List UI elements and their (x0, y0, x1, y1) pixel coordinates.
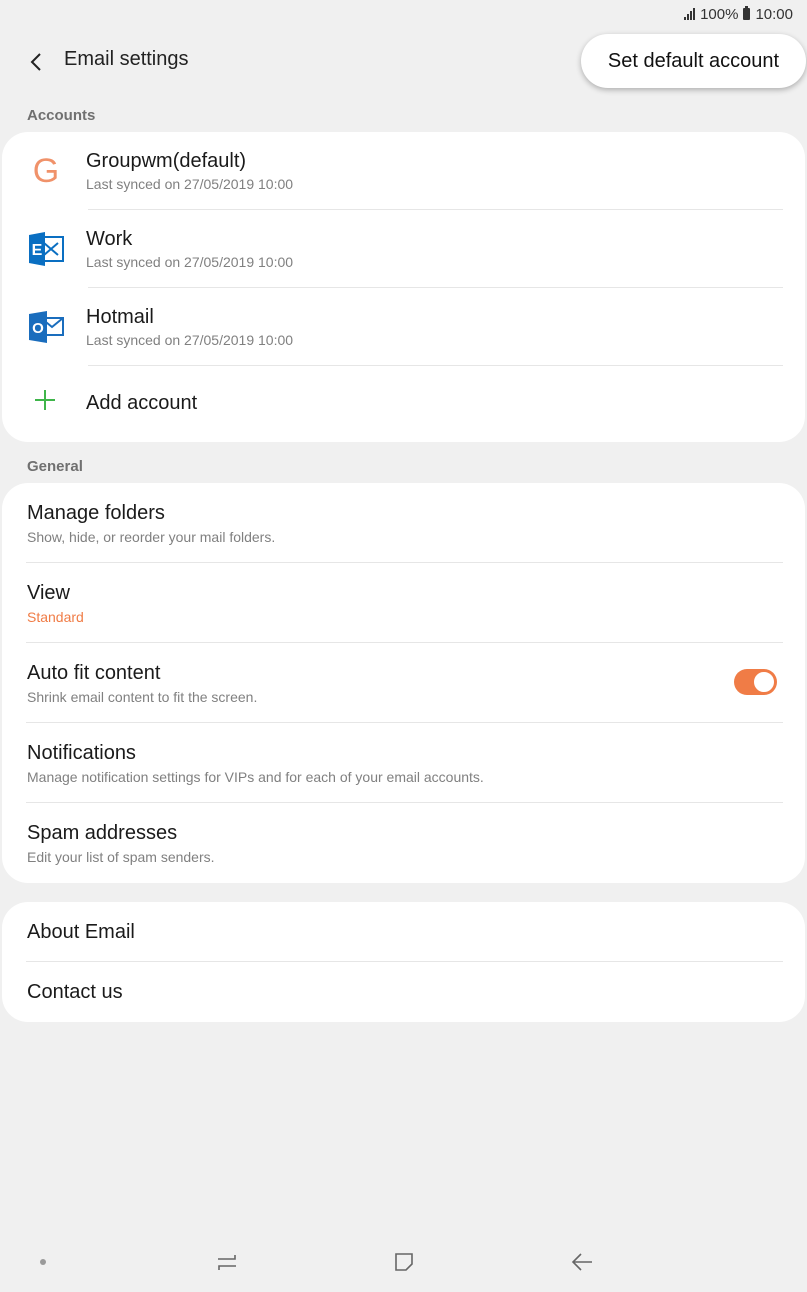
accounts-card: G Groupwm(default) Last synced on 27/05/… (2, 132, 805, 442)
status-bar: 100% 10:00 (684, 0, 793, 28)
about-email-item[interactable]: About Email (2, 902, 805, 962)
setting-view[interactable]: View Standard (2, 563, 805, 643)
clock: 10:00 (755, 5, 793, 23)
signal-icon (684, 8, 696, 20)
account-row-work[interactable]: E Work Last synced on 27/05/2019 10:00 (2, 210, 805, 288)
account-row-hotmail[interactable]: O Hotmail Last synced on 27/05/2019 10:0… (2, 288, 805, 366)
setting-subtitle: Show, hide, or reorder your mail folders… (27, 529, 276, 545)
setting-auto-fit-content[interactable]: Auto fit content Shrink email content to… (2, 643, 805, 723)
setting-spam-addresses[interactable]: Spam addresses Edit your list of spam se… (2, 803, 805, 883)
account-sync-status: Last synced on 27/05/2019 10:00 (86, 254, 294, 270)
setting-subtitle: Manage notification settings for VIPs an… (27, 769, 484, 785)
page-title: Email settings (64, 48, 189, 70)
contact-us-item[interactable]: Contact us (2, 962, 805, 1022)
setting-subtitle: Shrink email content to fit the screen. (27, 689, 258, 705)
set-default-account-button[interactable]: Set default account (581, 34, 806, 88)
dot-icon (40, 1259, 46, 1265)
account-sync-status: Last synced on 27/05/2019 10:00 (86, 332, 294, 348)
setting-title: Auto fit content (27, 662, 161, 684)
outlook-icon: O (26, 309, 66, 345)
add-account-button[interactable]: Add account (2, 366, 805, 442)
account-name: Work (86, 228, 133, 250)
arrow-left-icon (571, 1253, 592, 1271)
battery-icon (743, 6, 751, 20)
nav-dot-button[interactable] (23, 1242, 63, 1282)
plus-icon (35, 388, 59, 412)
recent-apps-icon (218, 1255, 236, 1270)
item-title: Contact us (27, 981, 123, 1003)
account-name: Hotmail (86, 306, 154, 328)
app-header: Email settings Set default account (0, 34, 807, 88)
account-row-groupwm[interactable]: G Groupwm(default) Last synced on 27/05/… (2, 132, 805, 210)
back-nav-button[interactable] (562, 1242, 602, 1282)
svg-text:O: O (32, 320, 44, 337)
account-name: Groupwm(default) (86, 150, 247, 172)
battery-percent: 100% (700, 5, 739, 23)
setting-title: Notifications (27, 742, 136, 764)
section-label-accounts: Accounts (27, 107, 96, 124)
navigation-bar (0, 1234, 807, 1292)
home-icon (395, 1253, 413, 1271)
account-sync-status: Last synced on 27/05/2019 10:00 (86, 176, 294, 192)
home-button[interactable] (384, 1242, 424, 1282)
item-title: About Email (27, 921, 135, 943)
back-button[interactable] (20, 46, 52, 78)
auto-fit-toggle[interactable] (734, 669, 777, 695)
setting-subtitle: Edit your list of spam senders. (27, 849, 215, 865)
groupwm-letter-g-icon: G (32, 151, 60, 190)
recent-apps-button[interactable] (207, 1242, 247, 1282)
add-account-label: Add account (86, 392, 198, 414)
exchange-icon: E (26, 231, 66, 267)
svg-text:E: E (32, 242, 43, 259)
setting-notifications[interactable]: Notifications Manage notification settin… (2, 723, 805, 803)
section-label-general: General (27, 458, 83, 475)
setting-title: Manage folders (27, 502, 165, 524)
about-card: About Email Contact us (2, 902, 805, 1022)
setting-value: Standard (27, 609, 84, 625)
setting-title: View (27, 582, 70, 604)
setting-manage-folders[interactable]: Manage folders Show, hide, or reorder yo… (2, 483, 805, 563)
setting-title: Spam addresses (27, 822, 178, 844)
general-card: Manage folders Show, hide, or reorder yo… (2, 483, 805, 883)
chevron-left-icon (30, 53, 41, 71)
